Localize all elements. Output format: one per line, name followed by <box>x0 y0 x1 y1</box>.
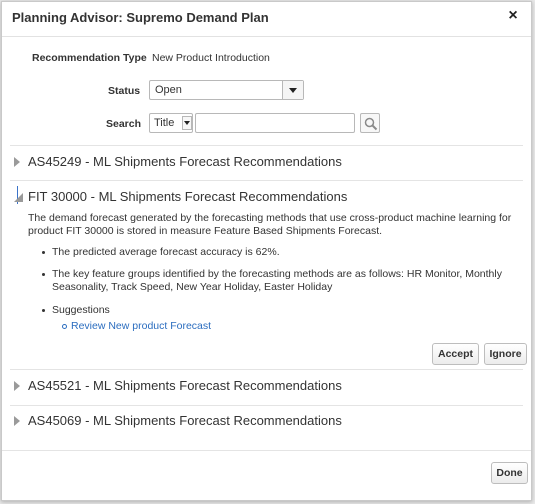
divider <box>10 180 523 181</box>
ignore-button[interactable]: Ignore <box>484 343 527 365</box>
search-input[interactable] <box>195 113 355 133</box>
chevron-down-icon[interactable] <box>282 81 303 99</box>
description-line: The demand forecast generated by the for… <box>28 212 512 224</box>
bullet-text-line: Seasonality, Track Speed, New Year Holid… <box>52 281 333 293</box>
search-icon <box>364 117 378 131</box>
bullet-text: The key feature groups identified by the… <box>52 268 502 294</box>
triangle-right-icon[interactable] <box>14 157 20 167</box>
section-title: AS45521 - ML Shipments Forecast Recommen… <box>28 378 342 393</box>
recommendation-type-label: Recommendation Type <box>32 52 147 64</box>
search-field-select[interactable]: Title <box>149 113 193 133</box>
bullet-dot <box>42 273 45 276</box>
divider <box>10 369 523 370</box>
planning-advisor-dialog: Planning Advisor: Supremo Demand Plan × … <box>1 1 532 501</box>
search-label: Search <box>106 118 142 130</box>
divider <box>10 405 523 406</box>
search-button[interactable] <box>360 113 380 133</box>
search-field-value: Title <box>154 117 175 129</box>
bullet-text: Suggestions <box>52 304 110 316</box>
accept-button[interactable]: Accept <box>432 343 479 365</box>
section-title: AS45069 - ML Shipments Forecast Recommen… <box>28 413 342 428</box>
link-text[interactable]: Review New product Forecast <box>71 320 211 332</box>
section-title: FIT 30000 - ML Shipments Forecast Recomm… <box>28 189 348 204</box>
section-header-fit30000[interactable]: FIT 30000 - ML Shipments Forecast Recomm… <box>14 189 414 207</box>
description-line: product FIT 30000 is stored in measure F… <box>28 225 383 237</box>
section-description: The demand forecast generated by the for… <box>28 212 528 238</box>
status-select-value: Open <box>155 84 182 96</box>
triangle-right-icon[interactable] <box>14 416 20 426</box>
divider <box>10 145 523 146</box>
dialog-title: Planning Advisor: Supremo Demand Plan <box>12 10 269 25</box>
section-header-as45521[interactable]: AS45521 - ML Shipments Forecast Recommen… <box>14 378 414 396</box>
bullet-dot <box>42 251 45 254</box>
section-header-as45069[interactable]: AS45069 - ML Shipments Forecast Recommen… <box>14 413 414 431</box>
bullet-ring <box>62 324 67 329</box>
recommendation-type-value: New Product Introduction <box>152 52 270 64</box>
status-label: Status <box>108 85 141 97</box>
bullet-text: The predicted average forecast accuracy … <box>52 246 280 258</box>
footer-divider <box>2 450 531 451</box>
chevron-down-icon[interactable] <box>182 116 192 130</box>
section-title: AS45249 - ML Shipments Forecast Recommen… <box>28 154 342 169</box>
bullet-dot <box>42 309 45 312</box>
status-select[interactable]: Open <box>149 80 304 100</box>
bullet-text-line: The key feature groups identified by the… <box>52 268 502 280</box>
triangle-open-icon[interactable] <box>14 193 23 202</box>
close-icon[interactable]: × <box>505 8 521 24</box>
dialog-title-bar: Planning Advisor: Supremo Demand Plan × <box>2 2 531 37</box>
section-header-as45249[interactable]: AS45249 - ML Shipments Forecast Recommen… <box>14 154 414 172</box>
triangle-right-icon[interactable] <box>14 381 20 391</box>
done-button[interactable]: Done <box>491 462 528 484</box>
bullet-item: The key feature groups identified by the… <box>42 268 522 296</box>
